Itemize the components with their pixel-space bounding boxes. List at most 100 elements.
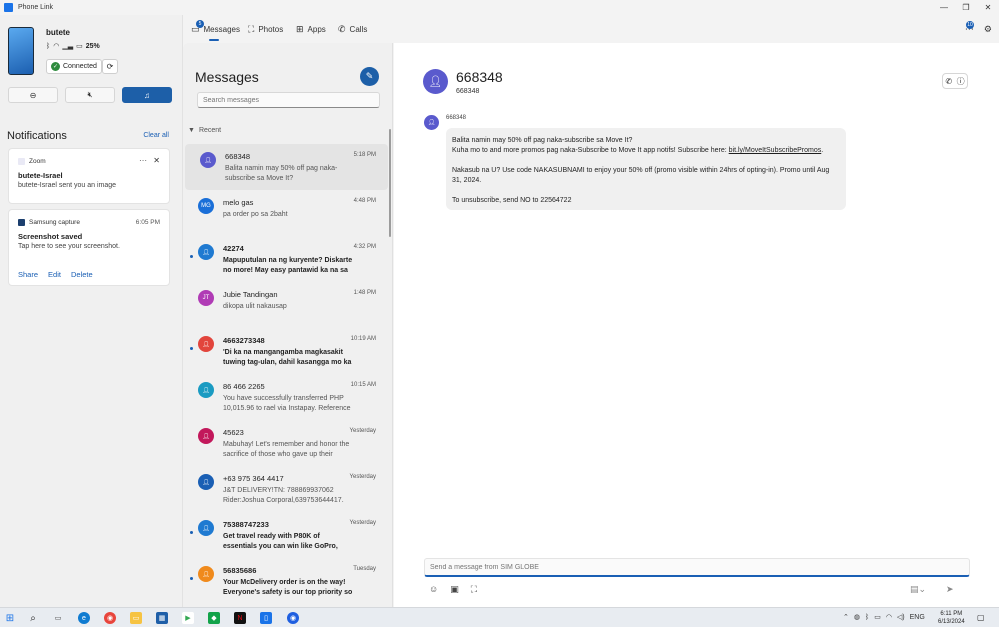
conversation-name: 4663273348 bbox=[223, 336, 265, 345]
signal-icon: ▁▃ bbox=[62, 43, 74, 50]
person-icon: 👤︎ bbox=[202, 387, 210, 394]
emoji-icon[interactable]: ☺ bbox=[429, 584, 438, 595]
conversation-avatar: 👤︎ bbox=[198, 336, 214, 352]
tab-calls[interactable]: ✆ Calls bbox=[338, 24, 367, 35]
conversation-item[interactable]: 👤︎ 75388747233 Yesterday Get travel ready w… bbox=[183, 512, 388, 558]
conversation-name: 86 466 2265 bbox=[223, 382, 265, 391]
conversation-preview: Balita namin may 50% off pag naka-subscr… bbox=[225, 165, 338, 182]
recent-label: Recent bbox=[198, 127, 222, 134]
music-button[interactable]: ♫ bbox=[122, 87, 172, 103]
info-icon[interactable]: ⓘ bbox=[957, 76, 965, 87]
close-button[interactable]: ✕ bbox=[977, 0, 999, 15]
message-bubble[interactable]: Balita namin may 50% off pag naka-subscr… bbox=[446, 128, 846, 210]
clock[interactable]: 6:11 PM 6/13/2024 bbox=[938, 610, 965, 626]
device-status-row: ᛒ ◠ ▁▃ ▭ 25% bbox=[46, 42, 100, 51]
message-line: Kuha mo to and more promos pag naka-Subs… bbox=[452, 147, 729, 154]
mute-button[interactable]: 🔇︎ bbox=[65, 87, 115, 103]
apps-icon: ⊞ bbox=[296, 24, 304, 34]
file-explorer-icon[interactable]: ▭ bbox=[130, 612, 142, 624]
conversation-time: 4:48 PM bbox=[353, 198, 376, 204]
more-options-icon[interactable]: ⋯ bbox=[139, 156, 147, 165]
store-icon[interactable]: ▦ bbox=[156, 612, 168, 624]
share-link[interactable]: Share bbox=[18, 270, 38, 279]
messages-title: Messages bbox=[195, 69, 259, 85]
message-input[interactable] bbox=[424, 558, 970, 577]
conversation-item[interactable]: 👤︎ 668348 5:18 PM Balita namin may 50% off … bbox=[185, 144, 388, 190]
phone-icon: ✆ bbox=[338, 24, 346, 34]
phone-image bbox=[8, 27, 34, 75]
bluetooth-icon[interactable]: ᛒ bbox=[865, 614, 869, 621]
scrollbar[interactable] bbox=[389, 129, 391, 237]
tab-messages-label: Messages bbox=[203, 25, 240, 34]
conversation-time: Yesterday bbox=[349, 428, 376, 434]
tab-photos[interactable]: ⛶ Photos bbox=[248, 24, 283, 35]
chevron-up-icon[interactable]: ⌃ bbox=[843, 613, 849, 621]
shield-icon[interactable]: ◆ bbox=[208, 612, 220, 624]
volume-icon[interactable]: ◁) bbox=[897, 613, 905, 621]
new-message-button[interactable]: ✎ bbox=[360, 67, 379, 86]
conversation-preview: J&T DELIVERY!TN: 788869937062 Rider:Josh… bbox=[223, 487, 344, 504]
conversation-preview: dikopa ulit nakausap bbox=[223, 303, 287, 310]
tray-app-icon[interactable]: ◍ bbox=[854, 613, 860, 621]
recent-section-header[interactable]: ▼ Recent bbox=[188, 127, 221, 134]
close-icon[interactable]: ✕ bbox=[153, 156, 160, 165]
tab-calls-label: Calls bbox=[349, 25, 368, 34]
phone-link-icon[interactable]: ▯ bbox=[260, 612, 272, 624]
edge-icon[interactable]: e bbox=[78, 612, 90, 624]
notification-card[interactable]: Zoom ⋯ ✕ butete-Israel butete-Israel sen… bbox=[8, 148, 170, 204]
gif-icon[interactable]: ▣ bbox=[450, 584, 459, 595]
conversation-item[interactable]: 👤︎ 86 466 2265 10:15 AM You have successful… bbox=[183, 374, 388, 420]
edit-link[interactable]: Edit bbox=[48, 270, 61, 279]
conversation-item[interactable]: MG melo gas 4:48 PM pa order po sa 2baht bbox=[183, 190, 388, 236]
maximize-button[interactable]: ❐ bbox=[955, 0, 977, 15]
play-store-icon[interactable]: ▶ bbox=[182, 612, 194, 624]
battery-icon[interactable]: ▭ bbox=[874, 613, 881, 621]
zoom-icon[interactable]: ◉ bbox=[287, 612, 299, 624]
do-not-disturb-button[interactable]: ⊖ bbox=[8, 87, 58, 103]
refresh-button[interactable]: ⟳ bbox=[102, 59, 118, 74]
language-indicator[interactable]: ENG bbox=[910, 614, 925, 621]
conversation-item[interactable]: 👤︎ 56835686 Tuesday Your McDelivery order i… bbox=[183, 558, 388, 604]
image-icon[interactable]: ⛶ bbox=[471, 584, 477, 595]
device-panel: butete ᛒ ◠ ▁▃ ▭ 25% ✓ Connected ⟳ ⊖ 🔇︎ ♫… bbox=[0, 15, 183, 607]
settings-icon[interactable]: ⚙ bbox=[984, 24, 992, 35]
network-icon[interactable]: ◠ bbox=[886, 613, 892, 621]
sim-select-icon[interactable]: ▤⌄ bbox=[910, 584, 926, 595]
chrome-icon[interactable]: ◉ bbox=[104, 612, 116, 624]
title-bar: Phone Link — ❐ ✕ bbox=[0, 0, 999, 15]
search-input[interactable] bbox=[197, 92, 380, 108]
start-icon[interactable]: ⊞ bbox=[4, 612, 16, 624]
send-icon[interactable]: ➤ bbox=[946, 584, 954, 595]
tab-apps[interactable]: ⊞ Apps bbox=[296, 24, 326, 35]
clock-time: 6:11 PM bbox=[940, 611, 963, 617]
conversation-item[interactable]: JT Jubie Tandingan 1:48 PM dikopa ulit naka… bbox=[183, 282, 388, 328]
connection-status: ✓ Connected bbox=[46, 59, 102, 74]
taskbar: ⊞ ⌕ ▭ e ◉ ▭ ▦ ▶ ◆ N ▯ ◉ ⌃ ◍ ᛒ ▭ ◠ ◁) ENG… bbox=[0, 607, 999, 627]
more-apps-badge: 10 bbox=[966, 21, 974, 29]
conversation-item[interactable]: 👤︎ +63 975 364 4417 Yesterday J&T DELIVERY!… bbox=[183, 466, 388, 512]
subscribe-link[interactable]: bit.ly/MoveItSubscribePromos bbox=[729, 147, 822, 154]
compose-tools: ☺ ▣ ⛶ bbox=[429, 584, 477, 595]
conversation-item[interactable]: 👤︎ 45623 Yesterday Mabuhay! Let's remember … bbox=[183, 420, 388, 466]
conversation-item[interactable]: 👤︎ 4663273348 10:19 AM 'Di ka na mangangamb… bbox=[183, 328, 388, 374]
clear-all-link[interactable]: Clear all bbox=[143, 132, 169, 139]
contact-avatar: 👤︎ bbox=[423, 69, 448, 94]
conversation-preview: Your McDelivery order is on the way! Eve… bbox=[223, 579, 353, 596]
notification-center-icon[interactable]: ▢ bbox=[977, 613, 985, 622]
system-tray: ⌃ ◍ ᛒ ▭ ◠ ◁) ENG bbox=[843, 613, 925, 622]
conversation-avatar: 👤︎ bbox=[198, 566, 214, 582]
conversation-item[interactable]: 👤︎ 42274 4:32 PM Mapuputulan na ng kuryente… bbox=[183, 236, 388, 282]
conversation-name: melo gas bbox=[223, 198, 254, 207]
minimize-button[interactable]: — bbox=[933, 0, 955, 15]
person-icon: 👤︎ bbox=[202, 433, 210, 440]
notification-card[interactable]: Samsung capture 6:05 PM Screenshot saved… bbox=[8, 209, 170, 286]
top-navigation: ▭ Messages 5 ⛶ Photos ⊞ Apps ✆ Calls ⋯ ⚙… bbox=[183, 15, 999, 43]
conversation-time: 10:15 AM bbox=[350, 382, 376, 388]
search-icon[interactable]: ⌕ bbox=[27, 612, 39, 624]
netflix-icon[interactable]: N bbox=[234, 612, 246, 624]
delete-link[interactable]: Delete bbox=[71, 270, 93, 279]
bluetooth-icon: ᛒ bbox=[46, 42, 51, 50]
unread-dot bbox=[190, 531, 193, 534]
call-icon[interactable]: ✆ bbox=[945, 77, 952, 86]
task-view-icon[interactable]: ▭ bbox=[52, 612, 64, 624]
